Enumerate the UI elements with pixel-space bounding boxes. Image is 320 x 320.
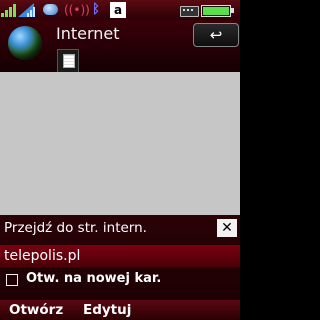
radio-broadcast-icon: ((•)) [64,3,90,17]
close-icon: ✕ [221,220,233,236]
input-mode-indicator: a [110,2,126,18]
signal-strength-icon [1,2,17,18]
battery-icon [201,2,235,18]
open-in-new-tab-label: Otw. na nowej kar. [26,271,162,286]
keyboard-icon [180,2,199,18]
softkey-bar: Otwórz Edytuj [0,300,240,320]
edit-softkey-button[interactable]: Edytuj [83,300,131,320]
network-data-icon [18,2,40,18]
app-header: Internet ↩ [0,20,240,73]
url-input[interactable] [0,245,240,267]
page-icon[interactable] [57,49,79,73]
go-to-page-dialog: Przejdź do str. intern. ✕ Otw. na nowej … [0,215,240,320]
status-bar: ((•)) ᛒ a [0,0,240,20]
close-button[interactable]: ✕ [217,219,237,237]
open-softkey-button[interactable]: Otwórz [9,300,63,320]
bluetooth-icon: ᛒ [92,2,100,17]
app-title: Internet [56,24,120,43]
message-icon [42,2,60,18]
globe-icon [8,26,42,60]
back-arrow-icon: ↩ [209,26,223,44]
open-in-new-tab-checkbox[interactable] [6,274,18,286]
web-content-area[interactable] [0,72,240,215]
dialog-title: Przejdź do str. intern. [4,220,147,236]
back-button[interactable]: ↩ [193,23,239,47]
